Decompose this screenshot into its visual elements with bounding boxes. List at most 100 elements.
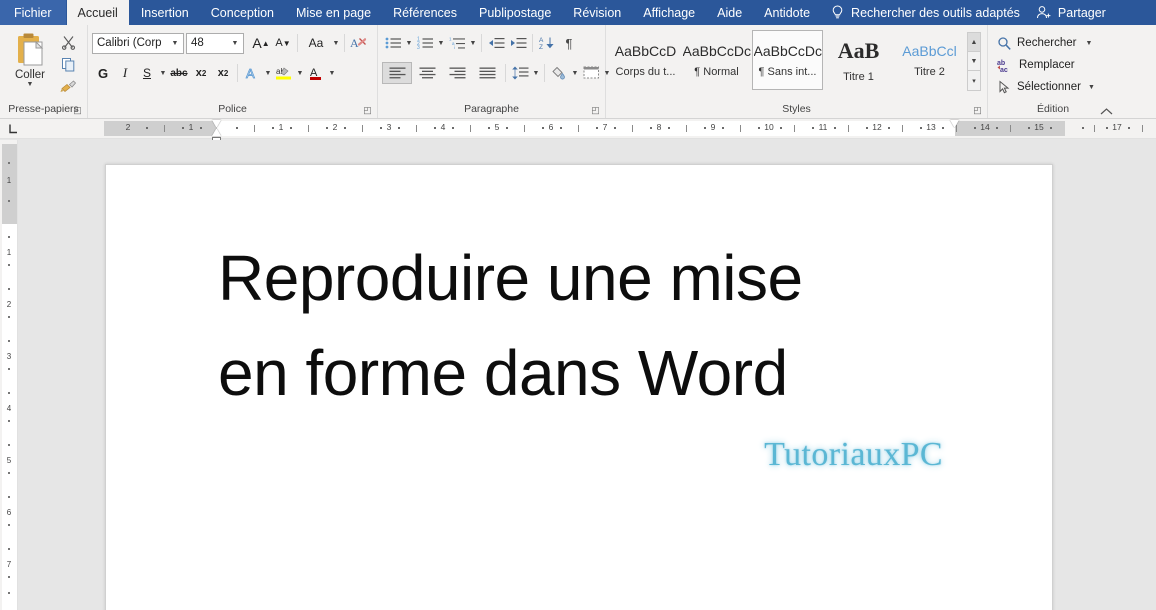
ruler-dot: [542, 127, 544, 129]
vruler-dot: [8, 264, 10, 266]
tab-accueil[interactable]: Accueil: [65, 0, 130, 25]
tab-publipostage[interactable]: Publipostage: [468, 0, 562, 25]
align-right-button[interactable]: [442, 62, 472, 84]
line-spacing-button[interactable]: [509, 62, 531, 84]
style-item-sans-interligne[interactable]: AaBbCcDc ¶ Sans int...: [752, 30, 823, 90]
paste-button[interactable]: Coller ▼: [4, 30, 56, 97]
select-pointer-icon: [997, 79, 1012, 95]
clear-formatting-button[interactable]: A: [348, 32, 370, 54]
sort-button[interactable]: AZ: [536, 32, 558, 54]
italic-button[interactable]: I: [114, 62, 136, 84]
tab-conception[interactable]: Conception: [200, 0, 285, 25]
align-left-button[interactable]: [382, 62, 412, 84]
styles-scroll-down-button[interactable]: ▼: [968, 52, 980, 71]
style-item-corps-du-texte[interactable]: AaBbCcD Corps du t...: [610, 30, 681, 90]
superscript-button[interactable]: x2: [212, 62, 234, 84]
tell-me-search[interactable]: Rechercher des outils adaptés: [821, 0, 1030, 25]
tab-affichage[interactable]: Affichage: [632, 0, 706, 25]
shrink-font-button[interactable]: A ▼: [272, 32, 294, 54]
chevron-down-icon[interactable]: ▼: [570, 70, 580, 77]
styles-dialog-launcher[interactable]: ◰: [972, 105, 983, 116]
decrease-indent-button[interactable]: [485, 32, 507, 54]
paragraph-dialog-launcher[interactable]: ◰: [590, 105, 601, 116]
collapse-ribbon-button[interactable]: [1100, 107, 1113, 117]
numbered-list-button[interactable]: 123: [414, 32, 436, 54]
hanging-indent-marker[interactable]: [212, 129, 221, 136]
grow-font-button[interactable]: A ▲: [250, 32, 272, 54]
chevron-down-icon[interactable]: ▼: [436, 40, 446, 47]
chevron-down-icon[interactable]: ▼: [531, 70, 541, 77]
ruler-number: 1: [278, 122, 284, 132]
chevron-down-icon[interactable]: ▼: [1085, 40, 1092, 47]
style-name: Titre 1: [843, 70, 874, 83]
clipboard-dialog-launcher[interactable]: ◰: [72, 105, 83, 116]
styles-more-button[interactable]: ▾: [968, 71, 980, 90]
highlight-button[interactable]: ab: [273, 62, 295, 84]
bullet-list-button[interactable]: [382, 32, 404, 54]
multilevel-list-button[interactable]: 1ai: [446, 32, 468, 54]
text-effects-button[interactable]: A: [241, 62, 263, 84]
horizontal-ruler[interactable]: 2 1 1 2 3 4 5 6 7 8 9 10 11 12 13 14 15 …: [0, 119, 1156, 144]
font-size-combo[interactable]: 48 ▼: [186, 32, 244, 54]
show-formatting-marks-button[interactable]: ¶: [558, 32, 580, 54]
group-label-font: Police ◰: [88, 101, 377, 118]
tab-insertion[interactable]: Insertion: [130, 0, 200, 25]
copy-button[interactable]: [56, 54, 80, 75]
style-item-titre-2[interactable]: AaBbCcl Titre 2: [894, 30, 965, 90]
divider: [505, 64, 506, 82]
format-painter-button[interactable]: [56, 76, 80, 97]
align-center-button[interactable]: [412, 62, 442, 84]
justify-button[interactable]: [472, 62, 502, 84]
change-case-button[interactable]: Aa: [301, 32, 331, 54]
first-line-indent-marker[interactable]: [212, 120, 221, 127]
strikethrough-button[interactable]: abc: [168, 62, 190, 84]
replace-button[interactable]: ab ac Remplacer: [994, 54, 1098, 76]
right-indent-marker[interactable]: [950, 120, 959, 127]
style-preview: AaBbCcDc: [682, 42, 751, 59]
font-color-button[interactable]: A: [305, 62, 327, 84]
borders-button[interactable]: [580, 62, 602, 84]
vertical-ruler[interactable]: 1 1 2 3 4 5 6 7 .: [0, 140, 18, 610]
style-item-normal[interactable]: AaBbCcDc ¶ Normal: [681, 30, 752, 90]
select-button[interactable]: Sélectionner ▼: [994, 76, 1098, 98]
font-name-combo[interactable]: Calibri (Corp ▼: [92, 32, 184, 54]
replace-icon: ab ac: [997, 58, 1014, 73]
chevron-down-icon[interactable]: ▼: [404, 40, 414, 47]
tab-label: Révision: [573, 5, 622, 20]
style-item-titre-1[interactable]: AaB Titre 1: [823, 30, 894, 90]
underline-button[interactable]: S: [136, 62, 158, 84]
chevron-down-icon[interactable]: ▼: [468, 40, 478, 47]
chevron-down-icon[interactable]: ▼: [158, 70, 168, 77]
tab-stop-left-icon[interactable]: [2, 119, 24, 138]
chevron-down-icon[interactable]: ▼: [169, 40, 181, 47]
shading-button[interactable]: [548, 62, 570, 84]
tab-antidote[interactable]: Antidote: [753, 0, 821, 25]
chevron-down-icon[interactable]: ▼: [327, 70, 337, 77]
styles-scrollbar[interactable]: ▲ ▼ ▾: [967, 32, 981, 91]
subscript-button[interactable]: x2: [190, 62, 212, 84]
cut-button[interactable]: [56, 32, 80, 53]
chevron-down-icon[interactable]: ▼: [229, 40, 241, 47]
bold-button[interactable]: G: [92, 62, 114, 84]
chevron-down-icon[interactable]: ▼: [27, 81, 34, 89]
chevron-down-icon[interactable]: ▼: [263, 70, 273, 77]
vruler-dot: [8, 162, 10, 164]
document-page[interactable]: Reproduire une mise en forme dans Word T…: [105, 164, 1053, 610]
chevron-down-icon[interactable]: ▼: [1088, 84, 1095, 91]
chevron-down-icon[interactable]: ▼: [331, 40, 341, 47]
copy-icon: [61, 57, 76, 72]
divider: [297, 34, 298, 52]
tab-references[interactable]: Références: [382, 0, 468, 25]
vruler-dot: [8, 316, 10, 318]
font-dialog-launcher[interactable]: ◰: [362, 105, 373, 116]
chevron-down-icon[interactable]: ▼: [295, 70, 305, 77]
styles-scroll-up-button[interactable]: ▲: [968, 33, 980, 52]
tab-fichier[interactable]: Fichier: [0, 0, 66, 25]
increase-indent-button[interactable]: [507, 32, 529, 54]
share-button[interactable]: Partager: [1030, 0, 1120, 25]
tab-mise-en-page[interactable]: Mise en page: [285, 0, 382, 25]
tab-revision[interactable]: Révision: [562, 0, 632, 25]
tab-aide[interactable]: Aide: [706, 0, 753, 25]
find-button[interactable]: Rechercher ▼: [994, 32, 1098, 54]
document-content[interactable]: Reproduire une mise en forme dans Word T…: [106, 165, 1052, 474]
